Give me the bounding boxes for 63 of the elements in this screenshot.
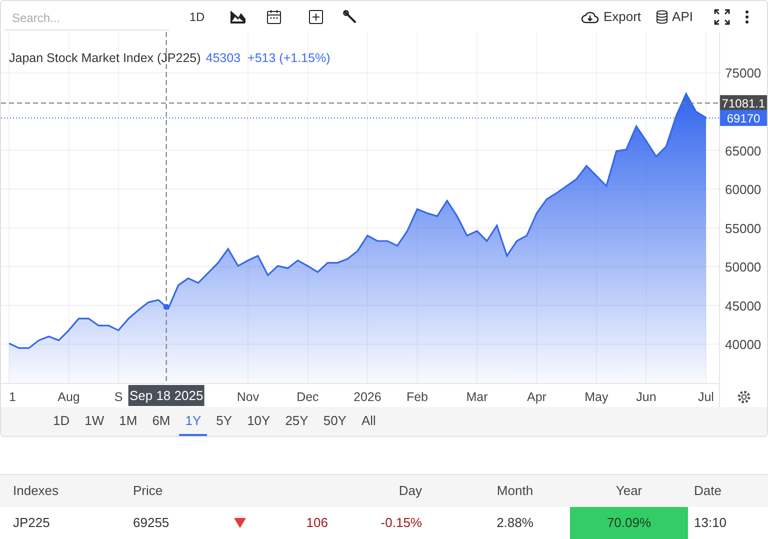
axis-label: Feb <box>406 390 428 404</box>
column-header[interactable]: Date <box>694 481 722 501</box>
readout-change: +513 (+1.15%) <box>248 50 330 67</box>
export-button[interactable]: Export <box>581 6 642 26</box>
range-tab[interactable]: All <box>355 407 382 436</box>
range-tab[interactable]: 6M <box>146 407 176 436</box>
area-chart-icon[interactable] <box>230 10 246 24</box>
table-cell-text: 2.88% <box>496 514 534 532</box>
ref-line-label: 69170 <box>726 111 761 126</box>
more-icon[interactable] <box>745 10 749 24</box>
range-tab[interactable]: 1D <box>47 407 76 436</box>
column-header[interactable]: Indexes <box>13 481 59 501</box>
axis-label: 2026 <box>354 390 382 404</box>
axis-label: Nov <box>236 390 260 404</box>
table-cell-text: -0.15% <box>380 514 422 532</box>
column-header[interactable]: Day <box>398 481 422 501</box>
column-header[interactable]: Year <box>616 481 642 501</box>
axis-label: May <box>584 390 608 404</box>
axis-label: 50000 <box>725 260 762 275</box>
range-tab[interactable]: 25Y <box>279 407 314 436</box>
range-tab[interactable]: 5Y <box>210 407 238 436</box>
table-cell-text: 69255 <box>133 514 170 532</box>
column-header[interactable]: Month <box>496 481 534 501</box>
column-header[interactable]: Price <box>133 481 163 501</box>
range-tab[interactable]: 1W <box>78 407 110 436</box>
crosshair-label: 71081.1 <box>720 95 767 112</box>
table-cell-text: 106 <box>306 514 328 532</box>
axis-label: Jul <box>698 390 714 404</box>
range-tab[interactable]: 1M <box>113 407 144 436</box>
search-field[interactable]: Search... <box>4 6 169 30</box>
range-tab[interactable]: 50Y <box>317 407 352 436</box>
axis-label: 45000 <box>725 298 762 314</box>
table-cell-text: 13:10 <box>694 514 727 532</box>
axis-label: Dec <box>296 390 319 404</box>
axis-label: 55000 <box>725 220 762 236</box>
year-cell: 70.09% <box>570 507 688 539</box>
axis-label: 75000 <box>725 66 762 81</box>
interval-button[interactable]: 1D <box>187 8 207 26</box>
date-tooltip: Sep 18 2025 <box>128 385 204 406</box>
readout-price: 45303 <box>206 50 241 67</box>
plus-icon[interactable] <box>308 8 324 24</box>
table-cell-text: JP225 <box>13 514 50 532</box>
fullscreen-icon[interactable] <box>714 8 730 24</box>
axis-label: Aug <box>58 390 80 404</box>
axis-label: Jun <box>636 390 656 404</box>
axis-label: 1 <box>9 390 16 404</box>
wrench-icon[interactable] <box>343 10 357 24</box>
axis-label: Mar <box>466 390 488 404</box>
axis-label: Apr <box>527 390 546 404</box>
range-tab[interactable]: 10Y <box>241 407 276 436</box>
last-price-label: 69170 <box>720 110 767 126</box>
axis-label: 65000 <box>725 143 762 158</box>
cloud-download-icon <box>581 10 600 24</box>
axis-label: S <box>114 390 123 404</box>
range-tab[interactable]: 1Y <box>179 407 208 436</box>
database-icon <box>656 10 668 24</box>
calendar-icon[interactable] <box>266 8 282 24</box>
axis-label: 40000 <box>725 337 762 352</box>
chart-title: Japan Stock Market Index (JP225) <box>9 50 201 67</box>
axis-label: 60000 <box>725 182 762 198</box>
api-button[interactable]: API <box>656 6 693 26</box>
data-point <box>163 304 170 310</box>
settings-icon[interactable] <box>738 390 750 404</box>
